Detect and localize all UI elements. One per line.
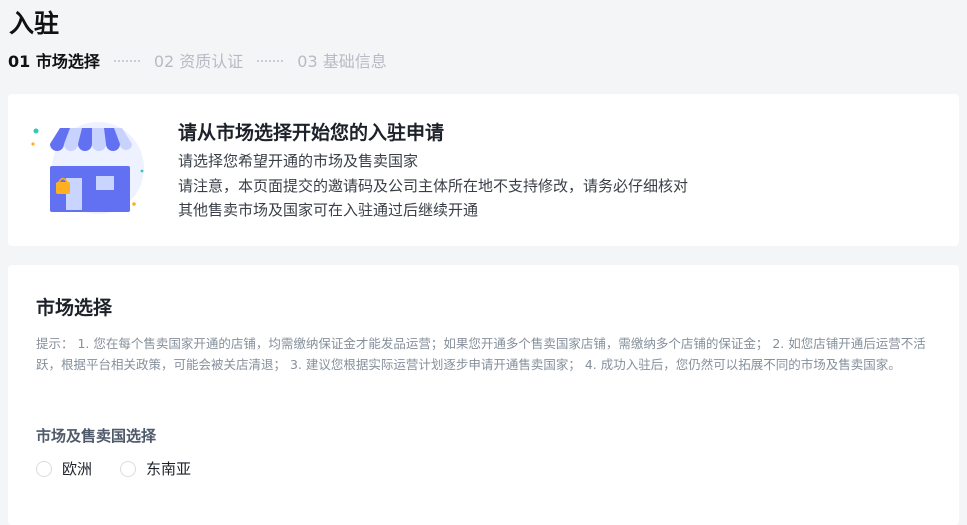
- intro-line-1: 请选择您希望开通的市场及售卖国家: [178, 152, 419, 170]
- shop-store-icon: [31, 122, 144, 214]
- step-separator: [257, 60, 284, 62]
- tip-text: 提示： 1. 您在每个售卖国家开通的店铺，均需缴纳保证金才能发品运营；如果您开通…: [36, 336, 926, 372]
- section-title: 市场选择: [36, 297, 113, 319]
- step-qualification: 02 资质认证: [153, 52, 244, 71]
- radio-label-europe: 欧洲: [62, 460, 93, 478]
- intro-line-2: 请注意，本页面提交的邀请码及公司主体所在地不支持修改，请务必仔细核对: [178, 177, 689, 195]
- market-radio-group: 欧洲 东南亚: [36, 458, 219, 480]
- market-country-label: 市场及售卖国选择: [36, 427, 157, 445]
- step-basic-info: 03 基础信息: [297, 52, 387, 71]
- step-market-selection: 01 市场选择: [8, 52, 100, 71]
- radio-circle[interactable]: [120, 461, 137, 477]
- step-separator: [113, 60, 140, 62]
- intro-card: 请从市场选择开始您的入驻申请 请选择您希望开通的市场及售卖国家 请注意，本页面提…: [8, 94, 959, 246]
- radio-southeast-asia[interactable]: 东南亚: [120, 458, 191, 480]
- intro-line-3: 其他售卖市场及国家可在入驻通过后继续开通: [178, 201, 479, 219]
- radio-label-southeast-asia: 东南亚: [146, 460, 192, 478]
- step-progress: 01 市场选择 02 资质认证 03 基础信息: [8, 48, 387, 72]
- radio-circle[interactable]: [36, 461, 52, 477]
- intro-title: 请从市场选择开始您的入驻申请: [178, 122, 445, 144]
- market-selection-card: 市场选择 提示： 1. 您在每个售卖国家开通的店铺，均需缴纳保证金才能发品运营；…: [8, 265, 959, 525]
- page-title: 入驻: [9, 9, 60, 38]
- radio-europe[interactable]: 欧洲: [36, 458, 92, 480]
